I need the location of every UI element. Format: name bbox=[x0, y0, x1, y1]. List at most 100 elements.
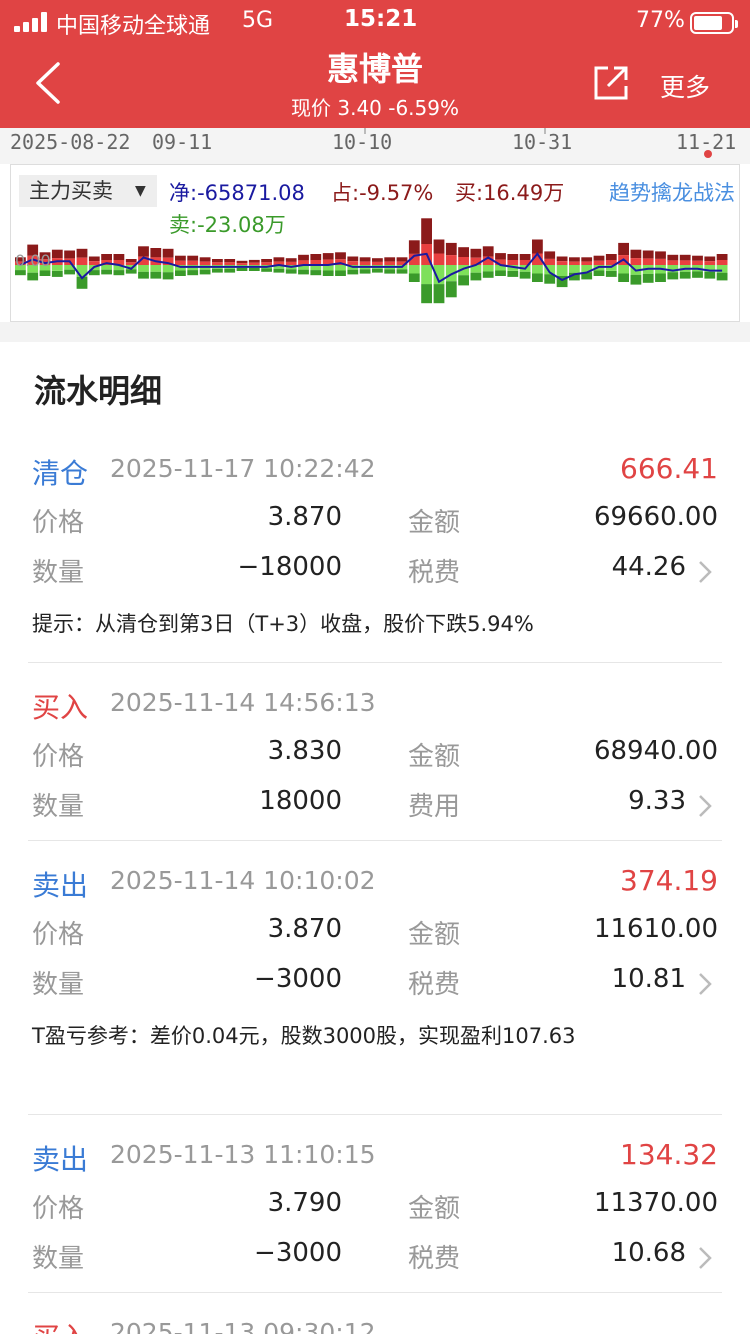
more-button[interactable]: 更多 bbox=[660, 68, 710, 104]
carrier-name: 中国移动全球通 bbox=[56, 14, 211, 39]
qty-row: 数量 −3000 税费 10.81 bbox=[28, 964, 722, 1004]
price-row: 价格 3.870 金额 11610.00 bbox=[32, 914, 718, 950]
trade-record[interactable]: 买入 2025-11-14 14:56:13 价格 3.830 金额 68940… bbox=[28, 686, 722, 826]
trade-type: 清仓 bbox=[32, 457, 89, 490]
flow-bar bbox=[224, 268, 236, 273]
flow-bar bbox=[125, 259, 137, 263]
ratio-stat: 占:-9.57% bbox=[331, 181, 434, 205]
trade-record[interactable]: 买入 2025-11-13 09:30:12 bbox=[28, 1316, 722, 1334]
flow-bar bbox=[421, 265, 432, 285]
flow-bar bbox=[408, 265, 420, 274]
flow-bar bbox=[716, 260, 728, 265]
zero-axis-label: 0.00 bbox=[15, 251, 51, 270]
flow-bar bbox=[51, 271, 63, 277]
flow-bar bbox=[532, 239, 543, 254]
flow-bar bbox=[236, 260, 248, 264]
flow-bar bbox=[372, 258, 383, 262]
flow-bar bbox=[347, 269, 359, 275]
sell-stat: 卖:-23.08万 bbox=[169, 213, 286, 237]
flow-bar bbox=[88, 256, 100, 262]
trade-time: 2025-11-14 14:56:13 bbox=[110, 688, 376, 717]
chevron-right-icon[interactable] bbox=[696, 792, 714, 820]
flow-bar bbox=[704, 271, 716, 279]
status-time: 15:21 bbox=[344, 6, 418, 32]
trade-record[interactable]: 清仓 2025-11-17 10:22:42 666.41 价格 3.870 金… bbox=[28, 452, 722, 652]
trade-fee[interactable]: 10.81 bbox=[612, 964, 686, 994]
chevron-right-icon[interactable] bbox=[696, 1244, 714, 1272]
flow-bar bbox=[88, 261, 100, 265]
divider bbox=[28, 1114, 722, 1115]
flow-bar bbox=[618, 265, 629, 274]
flow-bar bbox=[470, 248, 482, 258]
flow-bar bbox=[605, 254, 617, 261]
trade-tip: T盈亏参考：差价0.04元，股数3000股，实现盈利107.63 bbox=[32, 1024, 576, 1048]
flow-bar bbox=[138, 246, 149, 257]
date-tick-label: 2025-08-22 bbox=[10, 130, 131, 154]
chevron-right-icon[interactable] bbox=[696, 970, 714, 998]
flow-bar bbox=[335, 270, 346, 276]
flow-bar bbox=[458, 275, 469, 286]
indicator-selector[interactable]: 主力买卖 ▼ bbox=[19, 175, 157, 207]
flow-bar bbox=[64, 250, 75, 259]
flow-bar bbox=[445, 255, 457, 265]
flow-bar bbox=[655, 251, 666, 259]
trade-price: 3.830 bbox=[267, 736, 342, 766]
flow-bar bbox=[384, 257, 396, 262]
flow-bar bbox=[261, 259, 272, 263]
flow-bar bbox=[335, 265, 346, 271]
share-icon[interactable] bbox=[590, 62, 632, 104]
main-force-chart[interactable]: 主力买卖 ▼ 净:-65871.08 占:-9.57% 买:16.49万 卖:-… bbox=[10, 164, 740, 322]
list-title: 流水明细 bbox=[34, 372, 163, 410]
status-bar: 中国移动全球通 5G 15:21 77% bbox=[0, 6, 750, 39]
flow-bar bbox=[248, 259, 260, 263]
flow-bar bbox=[482, 271, 494, 278]
trade-type: 卖出 bbox=[32, 869, 89, 902]
flow-bar bbox=[248, 268, 260, 271]
flow-bar bbox=[716, 272, 728, 281]
flow-bar bbox=[519, 271, 531, 279]
section-gap bbox=[0, 322, 750, 342]
flow-bar bbox=[507, 254, 519, 261]
flow-bar bbox=[642, 273, 654, 283]
flow-bar bbox=[556, 265, 568, 277]
flow-bar bbox=[224, 259, 236, 263]
trade-type: 买入 bbox=[32, 1316, 88, 1334]
trade-record[interactable]: 卖出 2025-11-14 10:10:02 374.19 价格 3.870 金… bbox=[28, 864, 722, 1064]
flow-bar bbox=[655, 273, 666, 282]
flow-bar bbox=[507, 260, 519, 265]
flow-bar bbox=[212, 268, 223, 273]
flow-bar bbox=[408, 273, 420, 282]
divider bbox=[28, 1292, 722, 1293]
trade-fee[interactable]: 9.33 bbox=[628, 786, 686, 816]
divider bbox=[28, 662, 722, 663]
flow-bar bbox=[433, 284, 445, 304]
trade-type: 卖出 bbox=[32, 1143, 89, 1176]
flow-bar bbox=[359, 261, 371, 265]
flow-bar bbox=[76, 248, 88, 258]
flow-bar bbox=[655, 258, 666, 265]
flow-bar bbox=[581, 257, 593, 262]
trade-amount: 11610.00 bbox=[593, 914, 718, 944]
flow-bar bbox=[39, 270, 51, 276]
flow-bar bbox=[482, 265, 494, 272]
buy-stat: 买:16.49万 bbox=[455, 181, 565, 205]
chevron-right-icon[interactable] bbox=[696, 558, 714, 586]
flow-bar bbox=[335, 252, 346, 260]
price-row: 价格 3.870 金额 69660.00 bbox=[32, 502, 718, 538]
flow-bar bbox=[125, 269, 137, 274]
flow-bar bbox=[285, 261, 297, 265]
flow-bar bbox=[162, 265, 174, 273]
trade-fee[interactable]: 44.26 bbox=[612, 552, 686, 582]
flow-bar bbox=[359, 269, 371, 274]
flow-bar bbox=[433, 253, 445, 265]
trade-record[interactable]: 卖出 2025-11-13 11:10:15 134.32 价格 3.790 金… bbox=[28, 1138, 722, 1278]
trade-fee[interactable]: 10.68 bbox=[612, 1238, 686, 1268]
flow-bar bbox=[692, 255, 703, 261]
flow-bar bbox=[630, 258, 642, 265]
flow-bar bbox=[51, 249, 63, 259]
flow-bar bbox=[458, 257, 469, 265]
flow-bar bbox=[347, 256, 359, 262]
flow-bar bbox=[408, 240, 420, 254]
trend-strategy-link[interactable]: 趋势擒龙战法 bbox=[609, 177, 735, 207]
trade-pnl: 666.41 bbox=[620, 452, 718, 485]
